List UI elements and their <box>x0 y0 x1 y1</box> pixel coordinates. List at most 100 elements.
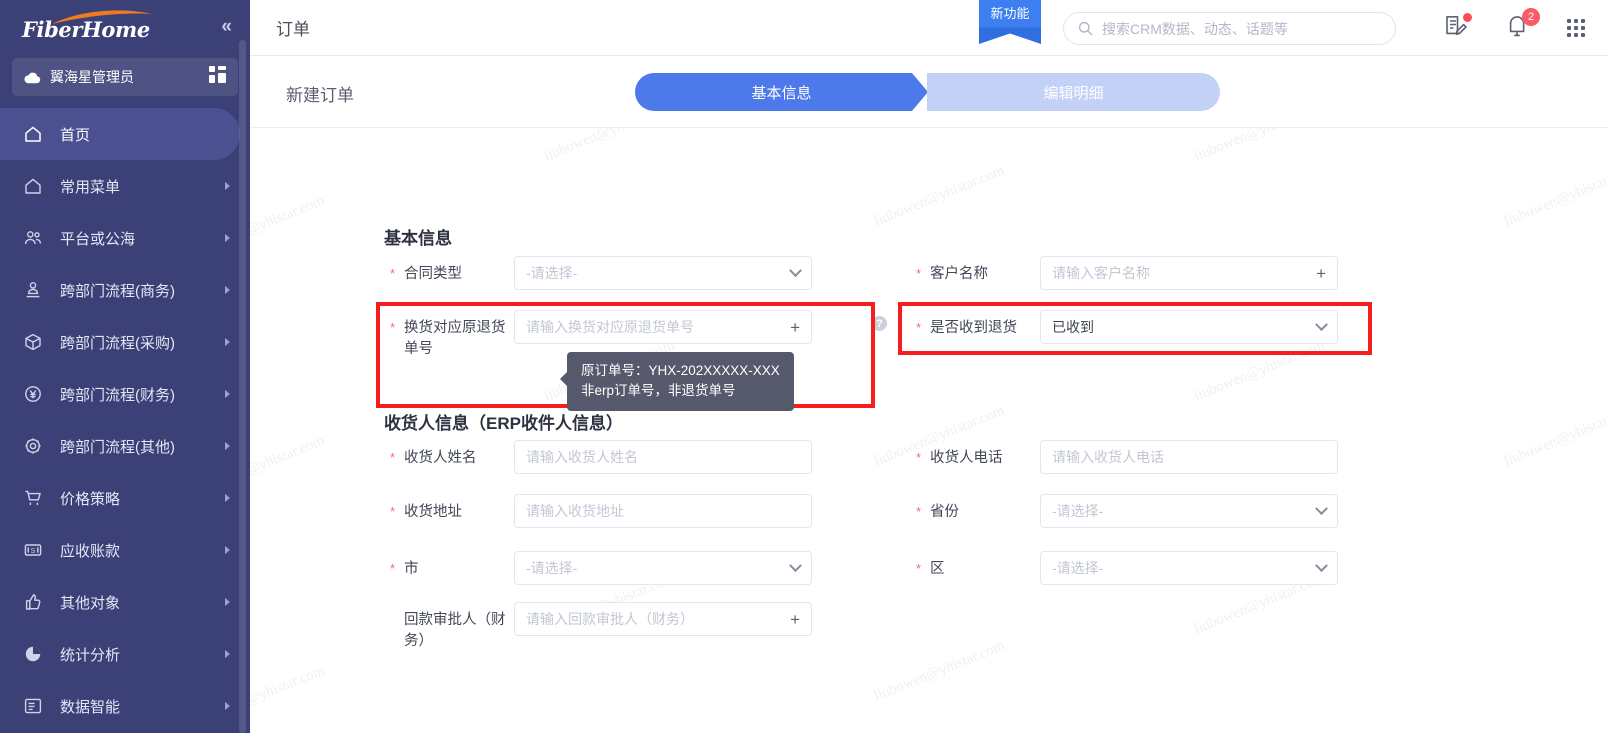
note-edit-icon[interactable] <box>1443 13 1472 42</box>
bell-icon[interactable]: 2 <box>1505 8 1540 42</box>
sidebar-item-other-objects[interactable]: 其他对象 <box>0 576 250 628</box>
field-customer-name: * 客户名称 请输入客户名称 + <box>910 256 1338 290</box>
note-badge-dot <box>1463 13 1472 22</box>
placeholder-text: -请选择- <box>526 560 578 576</box>
field-label: 回款审批人（财务） <box>384 602 514 652</box>
chevron-right-icon <box>225 390 230 398</box>
sidebar-user-item[interactable]: 翼海星管理员 <box>12 58 238 96</box>
step-edit-detail[interactable]: 编辑明细 <box>927 73 1220 111</box>
contract-type-select[interactable]: -请选择- <box>514 256 812 290</box>
add-icon[interactable]: + <box>790 319 800 336</box>
field-label: * 合同类型 <box>384 256 514 285</box>
pie-icon <box>22 643 44 665</box>
label-text: 合同类型 <box>404 266 462 282</box>
chevron-right-icon <box>225 286 230 294</box>
receiver-phone-input[interactable]: 请输入收货人电话 <box>1040 440 1338 474</box>
district-select[interactable]: -请选择- <box>1040 551 1338 585</box>
field-label: * 收货地址 <box>384 494 514 523</box>
label-text: 区 <box>930 561 945 577</box>
chevron-down-icon <box>789 263 802 277</box>
field-receiver-name: * 收货人姓名 请输入收货人姓名 <box>384 440 812 474</box>
new-feature-ribbon[interactable]: 新功能 <box>979 0 1041 44</box>
city-select[interactable]: -请选择- <box>514 551 812 585</box>
sidebar-item-label: 跨部门流程(其他) <box>60 438 175 456</box>
sidebar-item-label: 价格策略 <box>60 490 121 508</box>
exchange-return-order-input[interactable]: 请输入换货对应原退货单号 + <box>514 310 812 344</box>
form-area: liubowen@yhistar.com liubowen@yhistar.co… <box>250 128 1609 733</box>
data-icon <box>22 695 44 717</box>
field-tooltip: 原订单号：YHX-202XXXXX-XXX 非erp订单号，非退货单号 <box>560 352 794 411</box>
field-label: * 换货对应原退货单号 <box>384 310 514 360</box>
sidebar-collapse-button[interactable]: « <box>221 17 232 36</box>
sidebar-item-label: 统计分析 <box>60 646 121 664</box>
search-box[interactable] <box>1063 12 1396 45</box>
sidebar-item-platform-sea[interactable]: 平台或公海 <box>0 212 250 264</box>
sidebar-item-label: 数据智能 <box>60 698 121 716</box>
placeholder-text: -请选择- <box>1052 503 1104 519</box>
sidebar-item-cross-dept-finance[interactable]: 跨部门流程(财务) <box>0 368 250 420</box>
sidebar-item-cross-dept-other[interactable]: 跨部门流程(其他) <box>0 420 250 472</box>
form-sub-title: 新建订单 <box>286 86 354 105</box>
required-star: * <box>390 561 396 576</box>
sidebar-item-data-intelligence[interactable]: 数据智能 <box>0 680 250 732</box>
chevron-down-icon <box>1315 501 1328 515</box>
receipt-icon: S <box>22 539 44 561</box>
tooltip-line-1: 原订单号：YHX-202XXXXX-XXX <box>581 363 780 378</box>
search-input[interactable] <box>1102 20 1381 37</box>
logo-text: FiberHome <box>22 17 150 42</box>
sidebar-user-label: 翼海星管理员 <box>50 69 134 85</box>
box-icon <box>22 331 44 353</box>
chevron-right-icon <box>225 546 230 554</box>
placeholder-text: 请输入回款审批人（财务） <box>526 611 694 627</box>
sidebar-item-home[interactable]: 首页 <box>0 108 240 160</box>
chevron-right-icon <box>225 442 230 450</box>
sidebar-scrollbar[interactable] <box>239 40 246 733</box>
field-received-return: * 是否收到退货 已收到 <box>910 310 1338 344</box>
field-label: * 收货人电话 <box>910 440 1040 469</box>
field-contract-type: * 合同类型 -请选择- <box>384 256 812 290</box>
add-icon[interactable]: + <box>790 611 800 628</box>
sidebar-item-label: 首页 <box>60 126 91 144</box>
sidebar-item-common-menu[interactable]: 常用菜单 <box>0 160 250 212</box>
placeholder-text: 请输入收货人姓名 <box>526 449 638 465</box>
sidebar-item-cross-dept-business[interactable]: 跨部门流程(商务) <box>0 264 250 316</box>
receiver-name-input[interactable]: 请输入收货人姓名 <box>514 440 812 474</box>
label-text: 客户名称 <box>930 266 988 282</box>
sidebar-item-label: 常用菜单 <box>60 178 121 196</box>
receiver-address-input[interactable]: 请输入收货地址 <box>514 494 812 528</box>
steps-container: 基本信息 编辑明细 <box>635 73 1220 111</box>
label-text: 收货人姓名 <box>404 450 477 466</box>
gear-icon <box>22 435 44 457</box>
sidebar-item-cross-dept-purchase[interactable]: 跨部门流程(采购) <box>0 316 250 368</box>
step-basic-info[interactable]: 基本信息 <box>635 73 928 111</box>
label-text: 回款审批人（财务） <box>404 612 506 650</box>
person-icon <box>22 279 44 301</box>
payment-approver-input[interactable]: 请输入回款审批人（财务） + <box>514 602 812 636</box>
province-select[interactable]: -请选择- <box>1040 494 1338 528</box>
label-text: 省份 <box>930 504 959 520</box>
app-root: FiberHome « 翼海星管理员 首页 常用菜单 平台或公海 跨部门流程(商… <box>0 0 1609 733</box>
svg-text:S: S <box>31 548 36 555</box>
watermark: liubowen@yhistar.com <box>250 662 327 730</box>
required-star: * <box>916 450 922 465</box>
search-icon <box>1078 21 1093 36</box>
field-label: * 客户名称 <box>910 256 1040 285</box>
help-icon[interactable]: ? <box>872 316 887 331</box>
watermark: liubowen@yhistar.com <box>1191 337 1327 405</box>
topbar-icons: 2 <box>1443 0 1609 56</box>
chevron-right-icon <box>225 338 230 346</box>
grid-icon[interactable] <box>209 66 226 88</box>
sidebar-item-price-policy[interactable]: 价格策略 <box>0 472 250 524</box>
bell-badge-count: 2 <box>1522 8 1540 26</box>
watermark: liubowen@yhistar.com <box>1501 162 1609 230</box>
received-return-select[interactable]: 已收到 <box>1040 310 1338 344</box>
step-label: 编辑明细 <box>1043 84 1104 102</box>
sidebar-item-label: 跨部门流程(商务) <box>60 282 175 300</box>
add-icon[interactable]: + <box>1316 265 1326 282</box>
customer-name-input[interactable]: 请输入客户名称 + <box>1040 256 1338 290</box>
thumb-icon <box>22 591 44 613</box>
sidebar-item-receivables[interactable]: S 应收账款 <box>0 524 250 576</box>
sidebar-item-label: 跨部门流程(财务) <box>60 386 175 404</box>
apps-grid-icon[interactable] <box>1567 19 1585 37</box>
sidebar-item-statistics[interactable]: 统计分析 <box>0 628 250 680</box>
